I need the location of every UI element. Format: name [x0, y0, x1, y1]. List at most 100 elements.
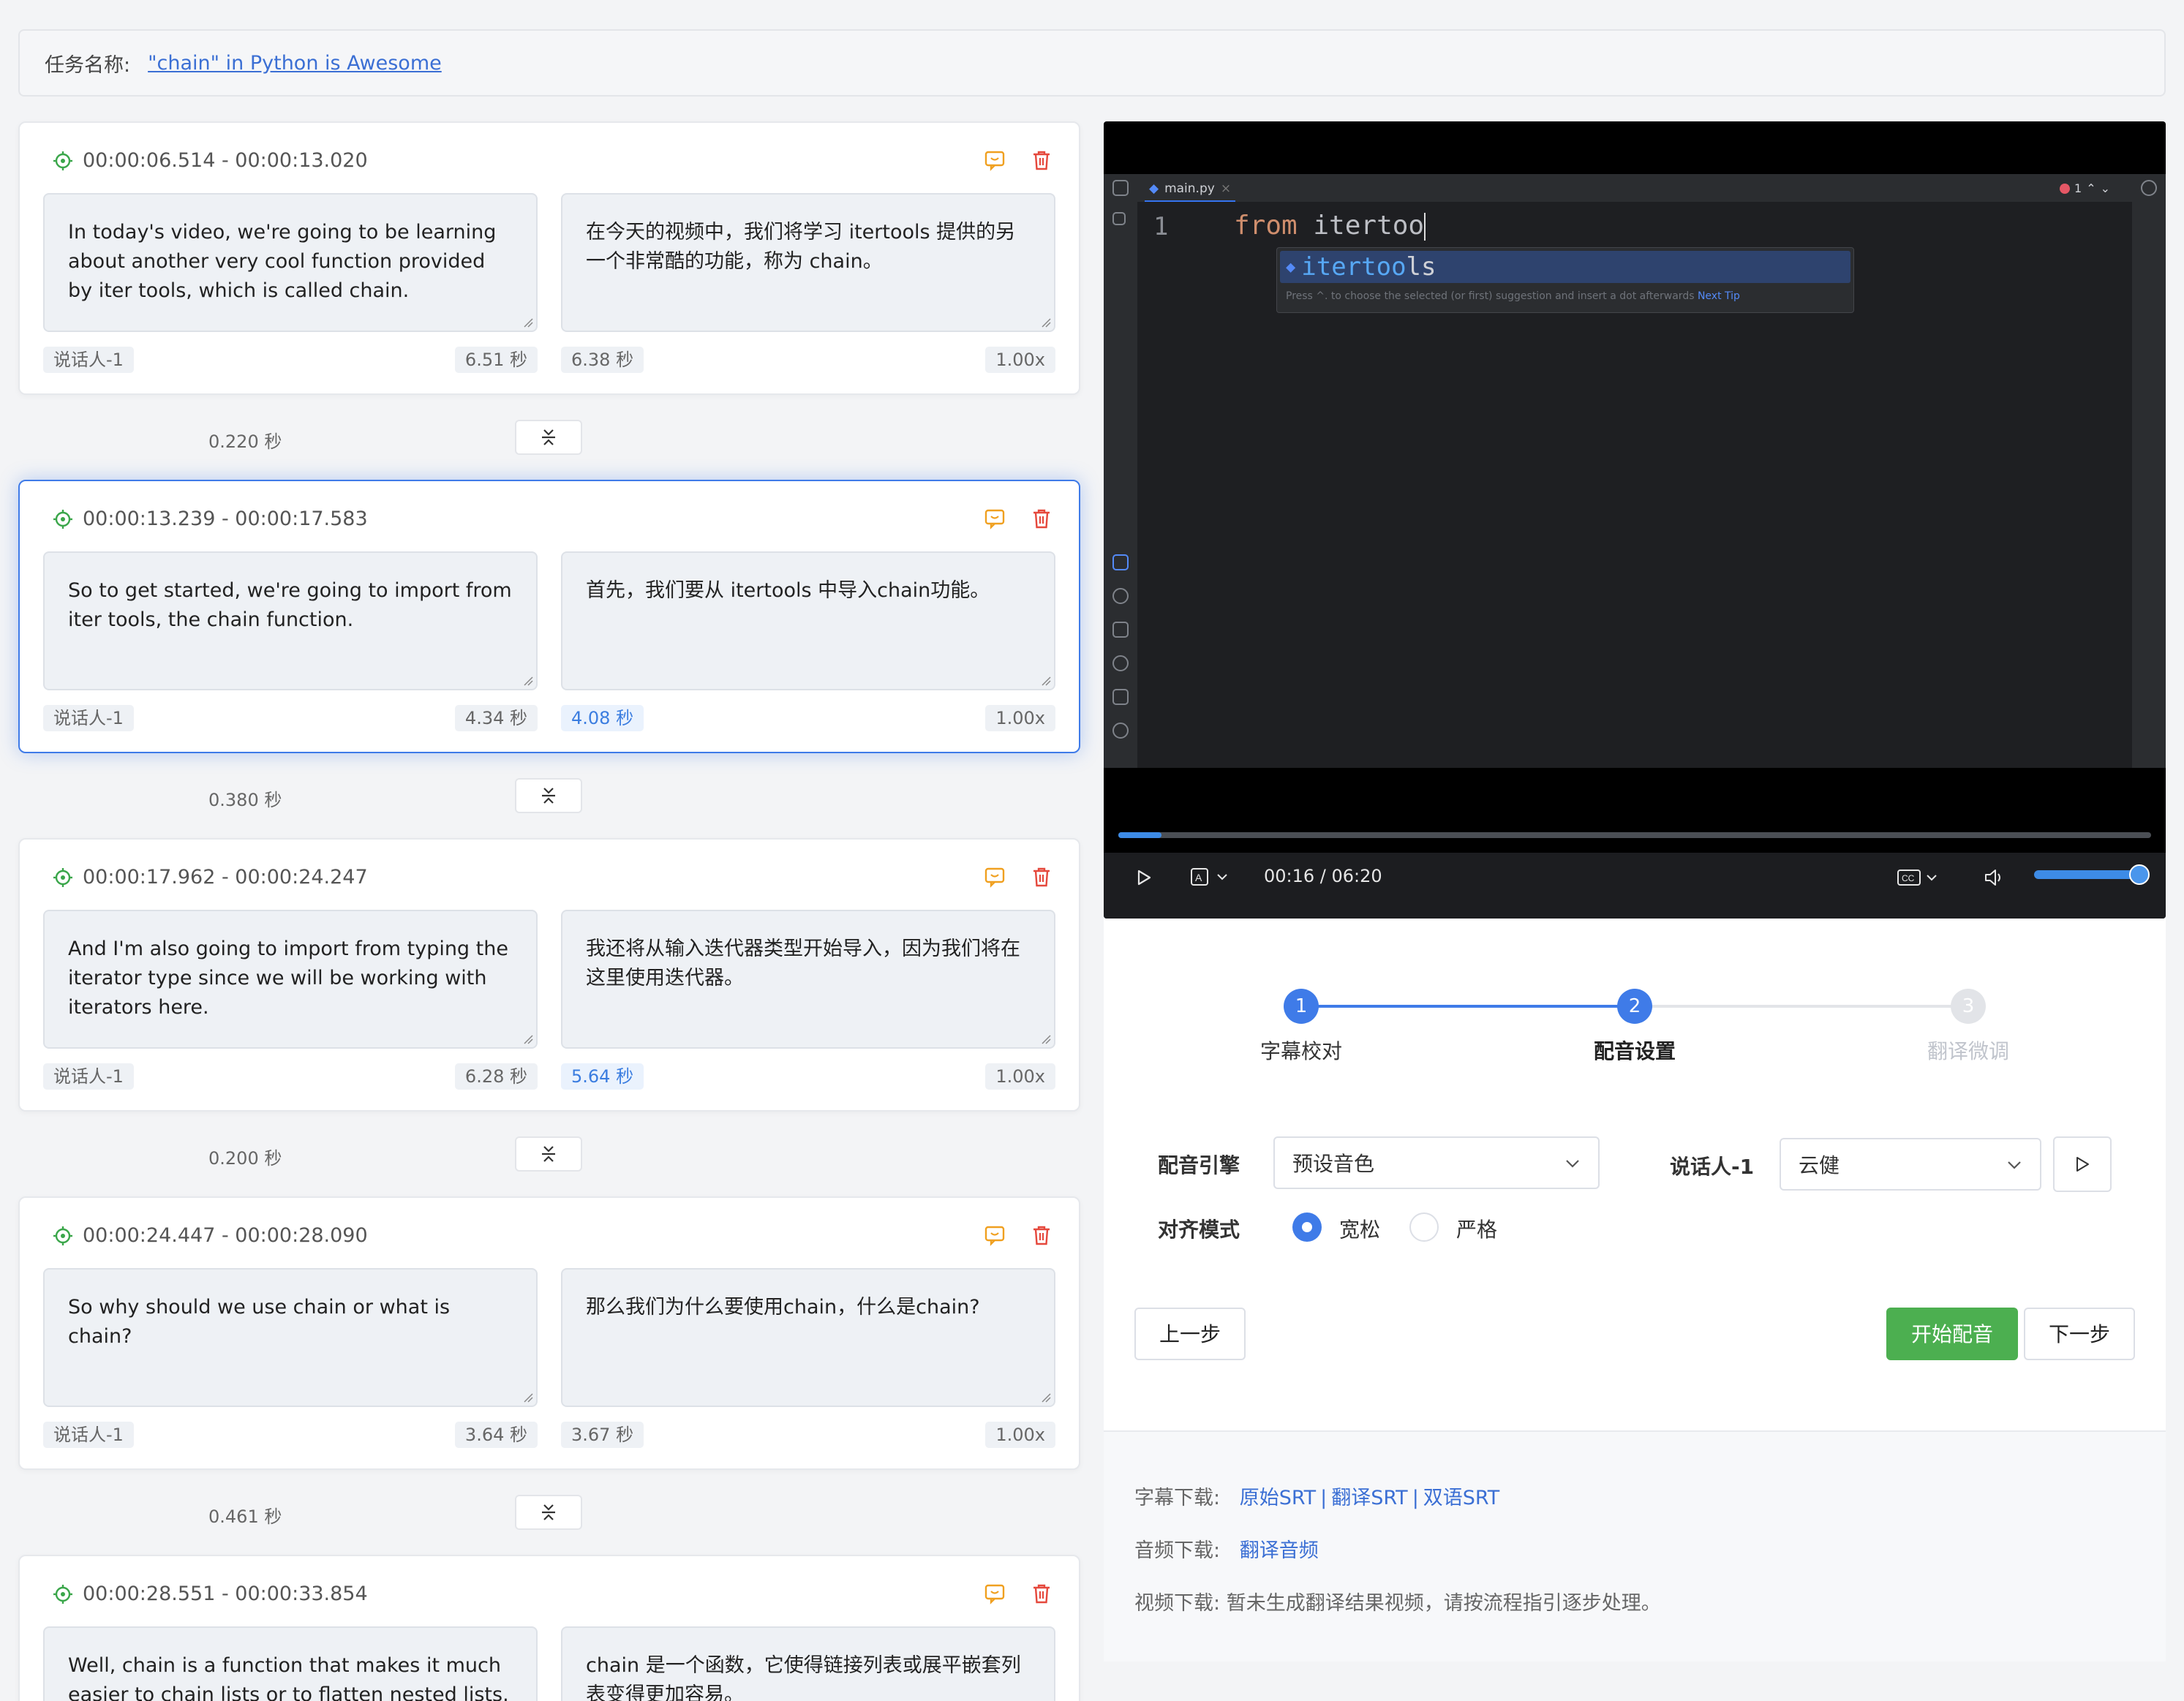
delete-icon[interactable]	[1031, 1224, 1053, 1246]
resize-grip-icon[interactable]	[1039, 316, 1051, 328]
translated-text-input[interactable]: 我还将从输入迭代器类型开始导入，因为我们将在这里使用迭代器。	[561, 910, 1055, 1049]
gap-duration: 0.220 秒	[208, 431, 282, 452]
speaker-tag[interactable]: 说话人-1	[43, 1422, 134, 1448]
translated-text-input[interactable]: 在今天的视频中，我们将学习 itertools 提供的另一个非常酷的功能，称为 …	[561, 193, 1055, 332]
translate-icon[interactable]: A	[1190, 867, 1231, 888]
translated-text-input[interactable]: chain 是一个函数，它使得链接列表或展平嵌套列表变得更加容易。	[561, 1626, 1055, 1701]
source-text-input[interactable]: And I'm also going to import from typing…	[43, 910, 538, 1049]
notification-icon	[2141, 180, 2157, 196]
resize-grip-icon[interactable]	[1039, 1033, 1051, 1044]
source-text: Well, chain is a function that makes it …	[68, 1654, 509, 1701]
segment-time[interactable]: 00:00:17.962 - 00:00:24.247	[53, 866, 368, 889]
step-connector	[1301, 1005, 1635, 1008]
error-count: 1	[2074, 181, 2082, 195]
python-icon	[1112, 554, 1129, 570]
start-dubbing-button[interactable]: 开始配音	[1886, 1308, 2018, 1360]
resize-grip-icon[interactable]	[521, 1391, 533, 1403]
align-strict-label[interactable]: 严格	[1456, 1214, 1497, 1243]
merge-button[interactable]	[515, 778, 582, 813]
segment-time[interactable]: 00:00:28.551 - 00:00:33.854	[53, 1583, 368, 1605]
source-text-input[interactable]: In today's video, we're going to be lear…	[43, 193, 538, 332]
volume-slider[interactable]	[2034, 864, 2150, 885]
subtitle-download-row: 字幕下载: 原始SRT | 翻译SRT | 双语SRT	[1134, 1482, 1499, 1510]
comment-icon[interactable]	[984, 508, 1006, 529]
subtitle-download-label: 字幕下载:	[1134, 1487, 1221, 1509]
voice-select[interactable]: 云健	[1780, 1138, 2041, 1191]
delete-icon[interactable]	[1031, 508, 1053, 529]
engine-value: 预设音色	[1292, 1152, 1375, 1176]
engine-select[interactable]: 预设音色	[1273, 1136, 1600, 1189]
merge-button[interactable]	[515, 420, 582, 455]
segment-time[interactable]: 00:00:06.514 - 00:00:13.020	[53, 149, 368, 172]
merge-button[interactable]	[515, 1495, 582, 1530]
comment-icon[interactable]	[984, 1583, 1006, 1604]
speaker-tag[interactable]: 说话人-1	[43, 1063, 134, 1090]
speaker-tag[interactable]: 说话人-1	[43, 705, 134, 731]
comment-icon[interactable]	[984, 1224, 1006, 1246]
merge-button[interactable]	[515, 1136, 582, 1172]
source-text: So to get started, we're going to import…	[68, 579, 512, 631]
segment-gap: 0.461 秒	[18, 1495, 1080, 1539]
volume-knob[interactable]	[2129, 864, 2150, 885]
download-translated-srt-link[interactable]: 翻译SRT	[1331, 1487, 1407, 1509]
delete-icon[interactable]	[1031, 1583, 1053, 1604]
resize-grip-icon[interactable]	[521, 1033, 533, 1044]
play-icon[interactable]	[1136, 869, 1152, 886]
align-loose-radio[interactable]	[1292, 1212, 1322, 1242]
suggest-rest: ls	[1406, 252, 1436, 282]
video-player[interactable]: ◆ main.py × 1 ⌃ ⌄ 1 from itertoo ◆ itertools …	[1104, 121, 2166, 919]
translated-text-input[interactable]: 那么我们为什么要使用chain，什么是chain?	[561, 1268, 1055, 1407]
step-3-label: 翻译微调	[1927, 1039, 2009, 1063]
volume-icon[interactable]	[1983, 867, 2005, 888]
segment-time[interactable]: 00:00:24.447 - 00:00:28.090	[53, 1224, 368, 1247]
download-bilingual-srt-link[interactable]: 双语SRT	[1423, 1487, 1499, 1509]
layers-icon	[1112, 622, 1129, 638]
source-text-input[interactable]: So to get started, we're going to import…	[43, 551, 538, 690]
merge-icon	[542, 1504, 555, 1520]
audio-download-label: 音频下载:	[1134, 1539, 1221, 1562]
speed-badge[interactable]: 1.00x	[985, 347, 1055, 373]
resize-grip-icon[interactable]	[1039, 1391, 1051, 1403]
captions-icon[interactable]: CC	[1897, 867, 1940, 888]
prev-step-button[interactable]: 上一步	[1134, 1308, 1246, 1360]
download-translated-audio-link[interactable]: 翻译音频	[1240, 1539, 1319, 1562]
delete-icon[interactable]	[1031, 149, 1053, 171]
source-duration-badge: 6.28 秒	[454, 1063, 538, 1090]
speed-badge[interactable]: 1.00x	[985, 705, 1055, 731]
comment-icon[interactable]	[984, 866, 1006, 888]
segment-time[interactable]: 00:00:13.239 - 00:00:17.583	[53, 508, 368, 530]
delete-icon[interactable]	[1031, 866, 1053, 888]
align-strict-radio[interactable]	[1409, 1212, 1439, 1242]
preview-voice-button[interactable]	[2053, 1136, 2112, 1192]
speaker-tag[interactable]: 说话人-1	[43, 347, 134, 373]
link-separator: |	[1320, 1487, 1328, 1509]
speed-badge[interactable]: 1.00x	[985, 1422, 1055, 1448]
module-icon: ◆	[1286, 257, 1296, 276]
translated-text-input[interactable]: 首先，我们要从 itertools 中导入chain功能。	[561, 551, 1055, 690]
step-3-indicator: 3	[1951, 989, 1986, 1024]
engine-label: 配音引擎	[1158, 1153, 1240, 1177]
resize-grip-icon[interactable]	[1039, 674, 1051, 686]
video-progress-bar[interactable]	[1118, 832, 2151, 838]
source-text: So why should we use chain or what is ch…	[68, 1296, 451, 1348]
source-text-input[interactable]: So why should we use chain or what is ch…	[43, 1268, 538, 1407]
speed-badge[interactable]: 1.00x	[985, 1063, 1055, 1090]
comment-icon[interactable]	[984, 149, 1006, 171]
python-file-icon: ◆	[1149, 181, 1159, 196]
source-text-input[interactable]: Well, chain is a function that makes it …	[43, 1626, 538, 1701]
resize-grip-icon[interactable]	[521, 674, 533, 686]
gap-duration: 0.380 秒	[208, 790, 282, 810]
align-loose-label[interactable]: 宽松	[1339, 1214, 1380, 1243]
resize-grip-icon[interactable]	[521, 316, 533, 328]
audio-download-row: 音频下载: 翻译音频	[1134, 1534, 1319, 1563]
task-name-link[interactable]: "chain" in Python is Awesome	[148, 52, 442, 75]
voice-value: 云健	[1799, 1153, 1840, 1177]
services-icon	[1112, 588, 1129, 604]
chevron-up-icon: ⌃	[2086, 181, 2096, 195]
next-step-button[interactable]: 下一步	[2024, 1308, 2135, 1360]
download-original-srt-link[interactable]: 原始SRT	[1240, 1487, 1316, 1509]
translated-text: 首先，我们要从 itertools 中导入chain功能。	[586, 579, 990, 602]
translated-text: 那么我们为什么要使用chain，什么是chain?	[586, 1296, 980, 1319]
editor-tab: ◆ main.py ×	[1145, 177, 1236, 202]
subtitle-segment: 00:00:06.514 - 00:00:13.020 In today's v…	[18, 121, 1080, 395]
